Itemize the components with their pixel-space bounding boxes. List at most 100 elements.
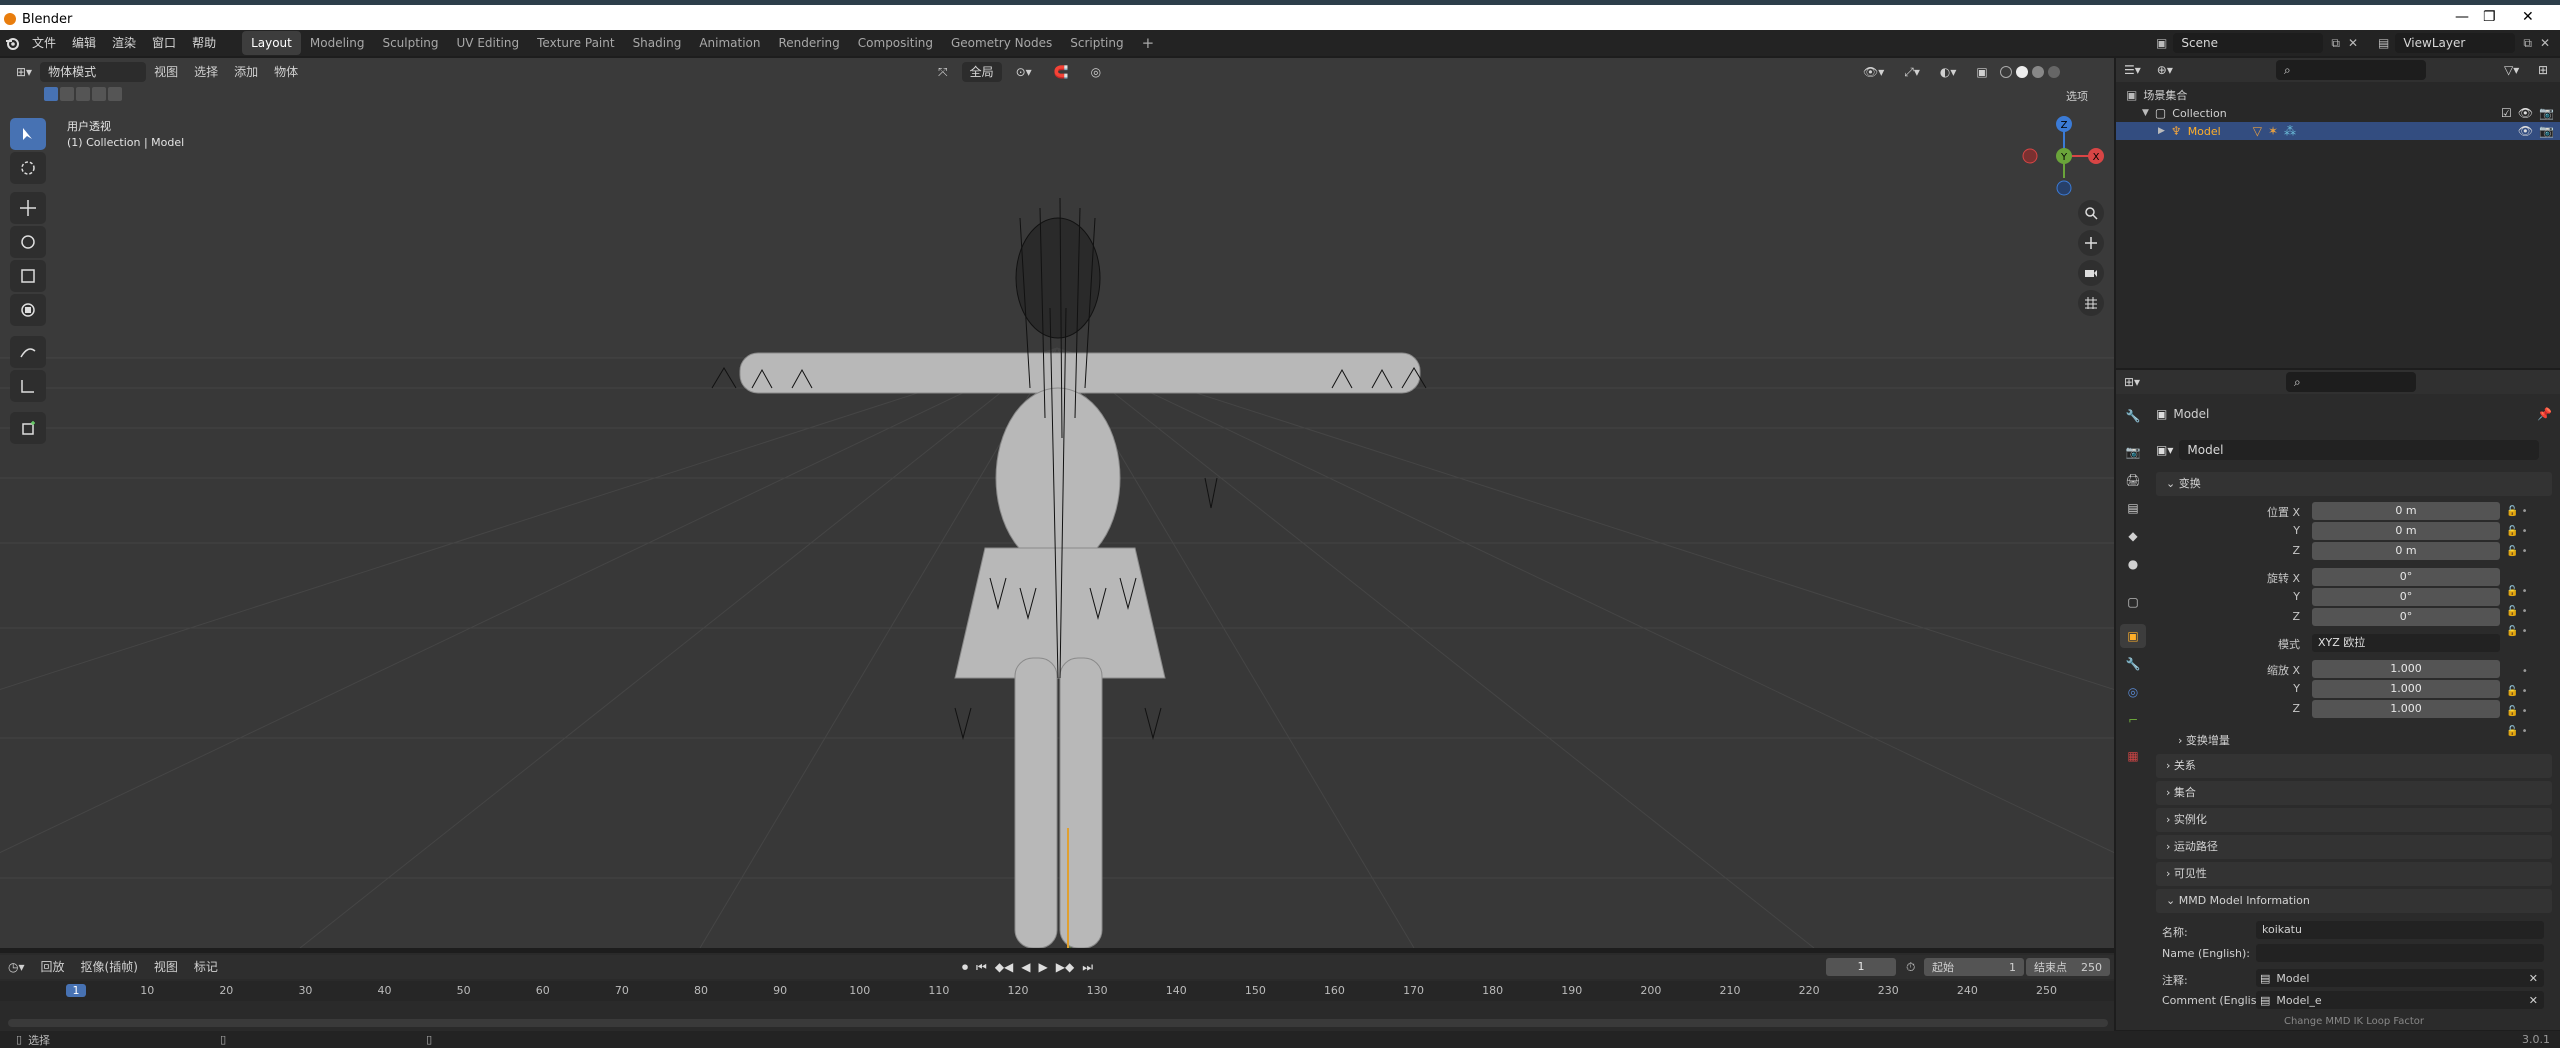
timeline-menu-playback[interactable]: 回放 [33,955,73,979]
outliner-display-mode-icon[interactable]: ⊕▾ [2149,58,2181,82]
scale-tool-icon[interactable] [10,260,46,292]
relations-panel-header[interactable]: › 关系 [2156,754,2552,778]
delta-transform-subpanel[interactable]: › 变换增量 [2178,732,2230,748]
lock-icons-column[interactable]: 🔓 • 🔓 • 🔓 • 🔓 • 🔓 • 🔓 • • 🔓 • 🔓 • 🔓 • [2506,502,2546,742]
rotation-z-field[interactable]: 0° [2312,608,2500,626]
overlay-icon[interactable]: ◐▾ [1932,60,1965,84]
timeline-menu-marker[interactable]: 标记 [186,955,226,979]
mmd-comment-field[interactable]: ▤ Model ✕ [2256,969,2544,987]
end-frame-field[interactable]: 结束点 250 [2026,958,2110,976]
object-tab-icon[interactable]: ▣ [2120,624,2146,648]
minimize-button[interactable]: — [2455,9,2469,25]
annotate-tool-icon[interactable] [10,336,46,368]
world-tab-icon[interactable]: ● [2120,552,2146,576]
play-reverse-icon[interactable]: ◀ [1021,960,1030,974]
current-frame-field[interactable]: 1 [1826,958,1896,976]
outliner-model-row[interactable]: ▶ ♆ Model ▽ ✶ ⁂ 👁 📷 [2116,122,2560,140]
collapse-arrow-icon[interactable]: ▼ [2142,108,2149,118]
close-button[interactable]: ✕ [2522,9,2534,25]
scale-x-field[interactable]: 1.000 [2312,660,2500,678]
select-subtract-icon[interactable] [76,87,90,101]
camera-view-icon[interactable] [2078,260,2104,286]
options-button[interactable]: 选项 [2066,88,2088,104]
collections-panel-header[interactable]: › 集合 [2156,781,2552,805]
viewport-menu-object[interactable]: 物体 [266,60,306,84]
pan-view-icon[interactable] [2078,230,2104,256]
rotation-x-field[interactable]: 0° [2312,568,2500,586]
properties-editor-icon[interactable]: ⊞▾ [2116,370,2148,394]
rotation-y-field[interactable]: 0° [2312,588,2500,606]
tab-shading[interactable]: Shading [624,31,691,55]
maximize-button[interactable]: ❐ [2483,9,2496,25]
model-render-icon[interactable]: 📷 [2539,124,2554,138]
menu-help[interactable]: 帮助 [184,30,224,56]
object-datablock-icon[interactable]: ▣▾ [2156,443,2173,457]
viewlayer-remove-icon[interactable]: ✕ [2540,36,2550,50]
move-tool-icon[interactable] [10,192,46,224]
outliner-filter-icon[interactable]: ▽▾ [2496,58,2527,82]
timeline-menu-view[interactable]: 视图 [146,955,186,979]
timeline-scrollbar[interactable] [8,1019,2108,1027]
transform-tool-icon[interactable] [10,294,46,326]
select-invert-icon[interactable] [92,87,106,101]
outliner-new-collection-icon[interactable]: ⊞ [2530,58,2556,82]
location-x-field[interactable]: 0 m [2312,502,2500,520]
tab-rendering[interactable]: Rendering [770,31,849,55]
snap-icon[interactable]: 🧲 [1046,60,1077,84]
timeline-menu-keying[interactable]: 抠像(插帧) [73,955,146,979]
gizmo-icon[interactable]: ⤢▾ [1896,60,1928,84]
proportional-edit-icon[interactable]: ◎ [1083,60,1109,84]
add-cube-tool-icon[interactable] [10,412,46,444]
expand-arrow-icon[interactable]: ▶ [2158,126,2165,136]
output-tab-icon[interactable]: 🖨 [2120,468,2146,492]
rotation-mode-dropdown[interactable]: XYZ 欧拉 [2312,634,2500,652]
record-icon[interactable]: ⏺ [962,960,968,975]
solid-shading-icon[interactable] [2015,66,2028,78]
collection-tab-icon[interactable]: ▢ [2120,590,2146,614]
select-extend-icon[interactable] [60,87,74,101]
object-mode-dropdown[interactable]: 物体模式 [40,62,147,82]
mmd-name-en-field[interactable] [2256,944,2544,962]
view-layer-tab-icon[interactable]: ▤ [2120,496,2146,520]
scene-remove-icon[interactable]: ✕ [2348,36,2358,50]
next-keyframe-icon[interactable]: ▶◆ [1056,960,1074,974]
scale-y-field[interactable]: 1.000 [2312,680,2500,698]
scene-copy-icon[interactable]: ⧉ [2331,36,2340,51]
tab-modeling[interactable]: Modeling [301,31,374,55]
viewport-menu-add[interactable]: 添加 [226,60,266,84]
render-tab-icon[interactable]: 📷 [2120,440,2146,464]
modifiers-tab-icon[interactable]: 🔧 [2120,652,2146,676]
select-new-icon[interactable] [44,87,58,101]
blender-menu-icon[interactable] [0,30,24,56]
scene-tab-icon[interactable]: ◆ [2120,524,2146,548]
wireframe-shading-icon[interactable] [1999,66,2012,78]
start-frame-field[interactable]: 起始 1 [1924,958,2024,976]
navigation-gizmo[interactable]: Z X Y [2014,116,2114,196]
texture-tab-icon[interactable]: ▦ [2120,744,2146,768]
tab-scripting[interactable]: Scripting [1061,31,1132,55]
collection-visibility-icon[interactable]: 👁 [2518,106,2533,120]
jump-end-icon[interactable]: ⏭ [1082,960,1093,975]
object-name-field[interactable]: Model [2179,440,2540,460]
tab-sculpting[interactable]: Sculpting [373,31,447,55]
editor-type-icon[interactable]: ⊞▾ [8,60,40,84]
select-box-tool-icon[interactable] [10,118,46,150]
timeline-track[interactable] [0,1001,2114,1021]
outliner-editor-icon[interactable]: ☰▾ [2116,58,2149,82]
menu-file[interactable]: 文件 [24,30,64,56]
play-icon[interactable]: ▶ [1039,960,1048,974]
viewlayer-copy-icon[interactable]: ⧉ [2523,36,2532,51]
tab-geometry-nodes[interactable]: Geometry Nodes [942,31,1061,55]
physics-tab-icon[interactable]: ◎ [2120,680,2146,704]
cursor-tool-icon[interactable] [10,152,46,184]
rendered-shading-icon[interactable] [2047,66,2060,78]
menu-render[interactable]: 渲染 [104,30,144,56]
timeline-editor-icon[interactable]: ◷▾ [0,955,33,979]
tab-animation[interactable]: Animation [690,31,769,55]
mmd-ik-loop-button[interactable]: Change MMD IK Loop Factor [2156,1016,2552,1030]
visibility-panel-header[interactable]: › 可见性 [2156,862,2552,886]
pin-icon[interactable]: 📌 [2537,407,2552,421]
tab-compositing[interactable]: Compositing [849,31,942,55]
timeline-ruler[interactable]: 1 10 20 30 40 50 60 70 80 90 100 110 120 130 140 150 160… [0,981,2114,1027]
3d-viewport[interactable]: ⊞▾ 物体模式 视图 选择 添加 物体 ⤧ 全局 ⊙▾ 🧲 ◎ 👁▾ ⤢▾ ◐▾… [0,58,2114,948]
